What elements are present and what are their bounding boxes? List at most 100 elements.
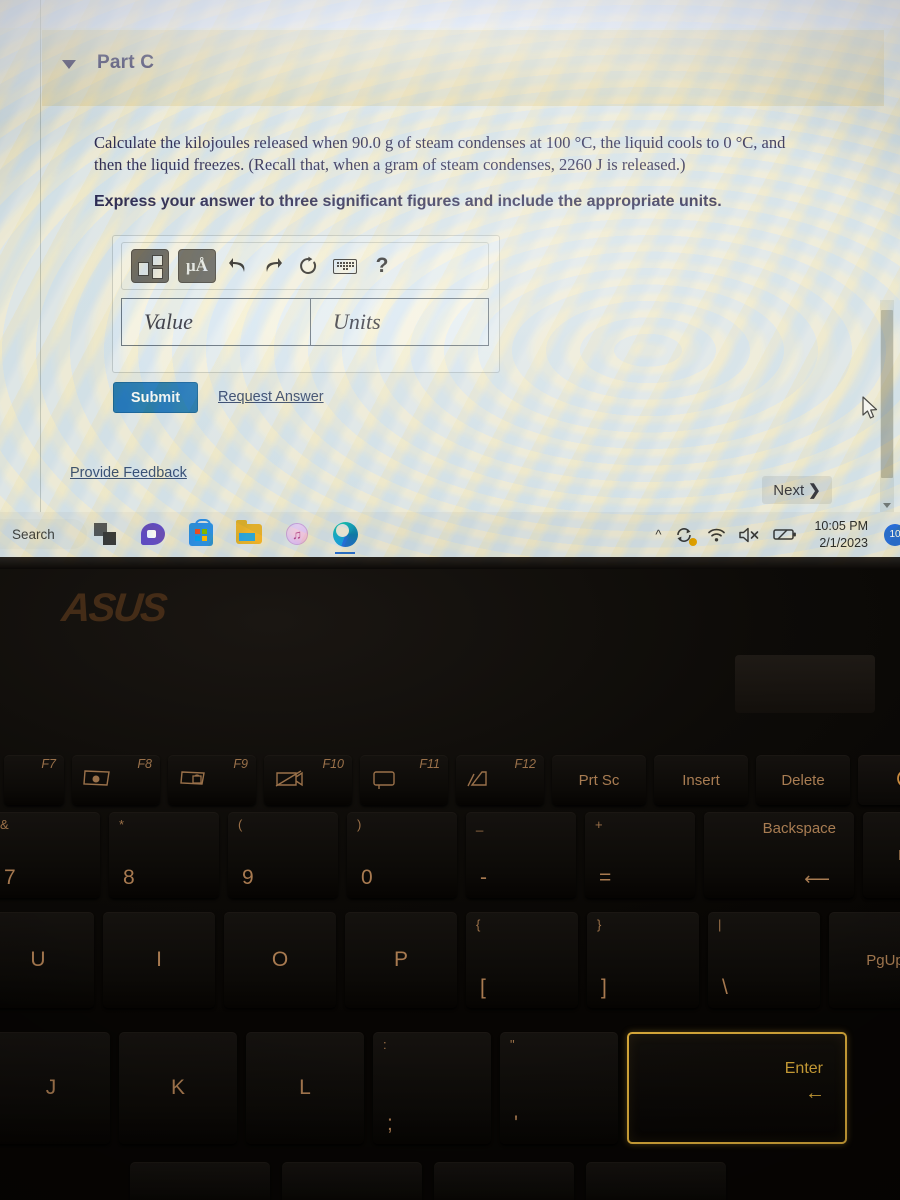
itunes-icon: ♫ (286, 523, 308, 545)
key-i[interactable]: I (103, 912, 215, 1008)
key-semicolon[interactable]: : ; (373, 1032, 491, 1144)
key-power[interactable]: ⏼ (858, 755, 900, 805)
key-print-screen[interactable]: Prt Sc (552, 755, 646, 805)
key-f10[interactable]: F10 (264, 755, 352, 805)
power-icon: ⏼ (897, 766, 900, 794)
taskbar-item-file-explorer[interactable] (232, 517, 266, 551)
key-bracket-left-label: [ (480, 976, 486, 999)
key-backspace[interactable]: Backspace ⟵ (704, 812, 854, 898)
key-double-quote-label: " (510, 1037, 515, 1052)
key-backslash[interactable]: | \ (708, 912, 820, 1008)
key-bracket-right[interactable]: } ] (587, 912, 699, 1008)
keyboard-number-row: & 7 * 8 ( 9 ) 0 _ - + = Backspace ⟵ Home (0, 812, 900, 898)
taskbar-item-task-view[interactable] (88, 517, 122, 551)
key-k[interactable]: K (119, 1032, 237, 1144)
key-enter[interactable]: Enter ← (627, 1032, 847, 1144)
units-icon[interactable]: μÅ (178, 249, 216, 283)
taskbar-item-itunes[interactable]: ♫ (280, 517, 314, 551)
key-bottom-3[interactable] (434, 1162, 574, 1200)
browser-page: Part C Calculate the kilojoules released… (0, 0, 900, 512)
key-quote[interactable]: " ' (500, 1032, 618, 1144)
wifi-icon[interactable] (707, 527, 726, 543)
scroll-down-arrow-icon[interactable] (883, 503, 891, 508)
key-p[interactable]: P (345, 912, 457, 1008)
file-explorer-icon (236, 520, 262, 544)
key-enter-label: Enter (784, 1060, 823, 1077)
key-bottom-4[interactable] (586, 1162, 726, 1200)
question-body: Calculate the kilojoules released when 9… (94, 132, 884, 211)
key-7-label: 7 (4, 866, 16, 889)
caret-down-icon[interactable] (62, 60, 76, 69)
template-icon[interactable] (131, 249, 169, 283)
submit-button[interactable]: Submit (113, 382, 198, 413)
keyboard-icon[interactable] (330, 251, 360, 281)
key-f9[interactable]: F9 (168, 755, 256, 805)
key-8[interactable]: * 8 (109, 812, 219, 898)
key-f11-label: F11 (419, 757, 440, 771)
question-line-1: Calculate the kilojoules released when 9… (94, 133, 786, 152)
taskbar-clock[interactable]: 10:05 PM 2/1/2023 (814, 518, 868, 552)
key-equals[interactable]: + = (585, 812, 695, 898)
key-f9-label: F9 (233, 757, 248, 771)
next-button[interactable]: Next ❯ (762, 476, 832, 504)
key-backslash-label: \ (722, 976, 728, 999)
key-bottom-2[interactable] (282, 1162, 422, 1200)
question-instruction: Express your answer to three significant… (94, 192, 722, 210)
key-page-up[interactable]: PgUp (829, 912, 900, 1008)
key-delete[interactable]: Delete (756, 755, 850, 805)
key-i-label: I (156, 948, 162, 971)
key-brace-left-label: { (476, 917, 481, 932)
key-f7[interactable]: F7 (4, 755, 64, 805)
key-o-label: O (271, 948, 289, 971)
key-j[interactable]: J (0, 1032, 110, 1144)
key-minus[interactable]: _ - (466, 812, 576, 898)
provide-feedback-link[interactable]: Provide Feedback (70, 465, 187, 481)
key-l[interactable]: L (246, 1032, 364, 1144)
volume-muted-icon[interactable] (739, 527, 760, 543)
units-input[interactable]: Units (311, 298, 489, 346)
sync-alert-dot (689, 537, 698, 546)
key-minus-label: - (480, 866, 487, 889)
key-bottom-1[interactable] (130, 1162, 270, 1200)
notification-badge[interactable]: 10 (884, 523, 900, 546)
battery-icon[interactable] (773, 527, 797, 542)
key-7[interactable]: & 7 (0, 812, 100, 898)
page-scrollbar[interactable] (880, 300, 894, 512)
key-7-shift-label: & (0, 817, 9, 832)
key-bracket-left[interactable]: { [ (466, 912, 578, 1008)
key-delete-label: Delete (781, 771, 825, 789)
help-icon[interactable]: ? (369, 251, 395, 281)
question-line-2: then the liquid freezes. (Recall that, w… (94, 154, 686, 174)
value-input[interactable]: Value (121, 298, 311, 346)
key-k-label: K (170, 1076, 185, 1099)
key-f12[interactable]: F12 (456, 755, 544, 805)
clock-time: 10:05 PM (814, 518, 868, 533)
taskbar-item-microsoft-store[interactable] (184, 517, 218, 551)
request-answer-link[interactable]: Request Answer (218, 389, 324, 405)
key-brace-right-label: } (597, 917, 602, 932)
part-c-header[interactable]: Part C (42, 30, 884, 106)
key-f7-label: F7 (41, 757, 56, 771)
undo-icon[interactable] (225, 251, 251, 281)
tray-expand-icon[interactable]: ^ (655, 527, 661, 542)
mouse-cursor (862, 396, 880, 427)
key-o[interactable]: O (224, 912, 336, 1008)
key-insert[interactable]: Insert (654, 755, 748, 805)
key-l-label: L (299, 1076, 311, 1099)
sync-icon[interactable] (674, 526, 698, 546)
taskbar-item-microsoft-edge[interactable] (328, 517, 362, 554)
asus-brand-logo: ASUS (59, 586, 168, 630)
keyboard-bottom-row (130, 1162, 726, 1200)
reset-icon[interactable] (295, 251, 321, 281)
key-0[interactable]: ) 0 (347, 812, 457, 898)
key-f8[interactable]: F8 (72, 755, 160, 805)
key-home[interactable]: Home (863, 812, 900, 898)
redo-icon[interactable] (260, 251, 286, 281)
search-input[interactable]: Search (0, 519, 87, 549)
scrollbar-thumb[interactable] (881, 310, 893, 478)
key-9-label: 9 (242, 866, 254, 889)
key-f11[interactable]: F11 (360, 755, 448, 805)
key-9[interactable]: ( 9 (228, 812, 338, 898)
taskbar-item-chat[interactable] (136, 517, 170, 551)
key-u[interactable]: U (0, 912, 94, 1008)
